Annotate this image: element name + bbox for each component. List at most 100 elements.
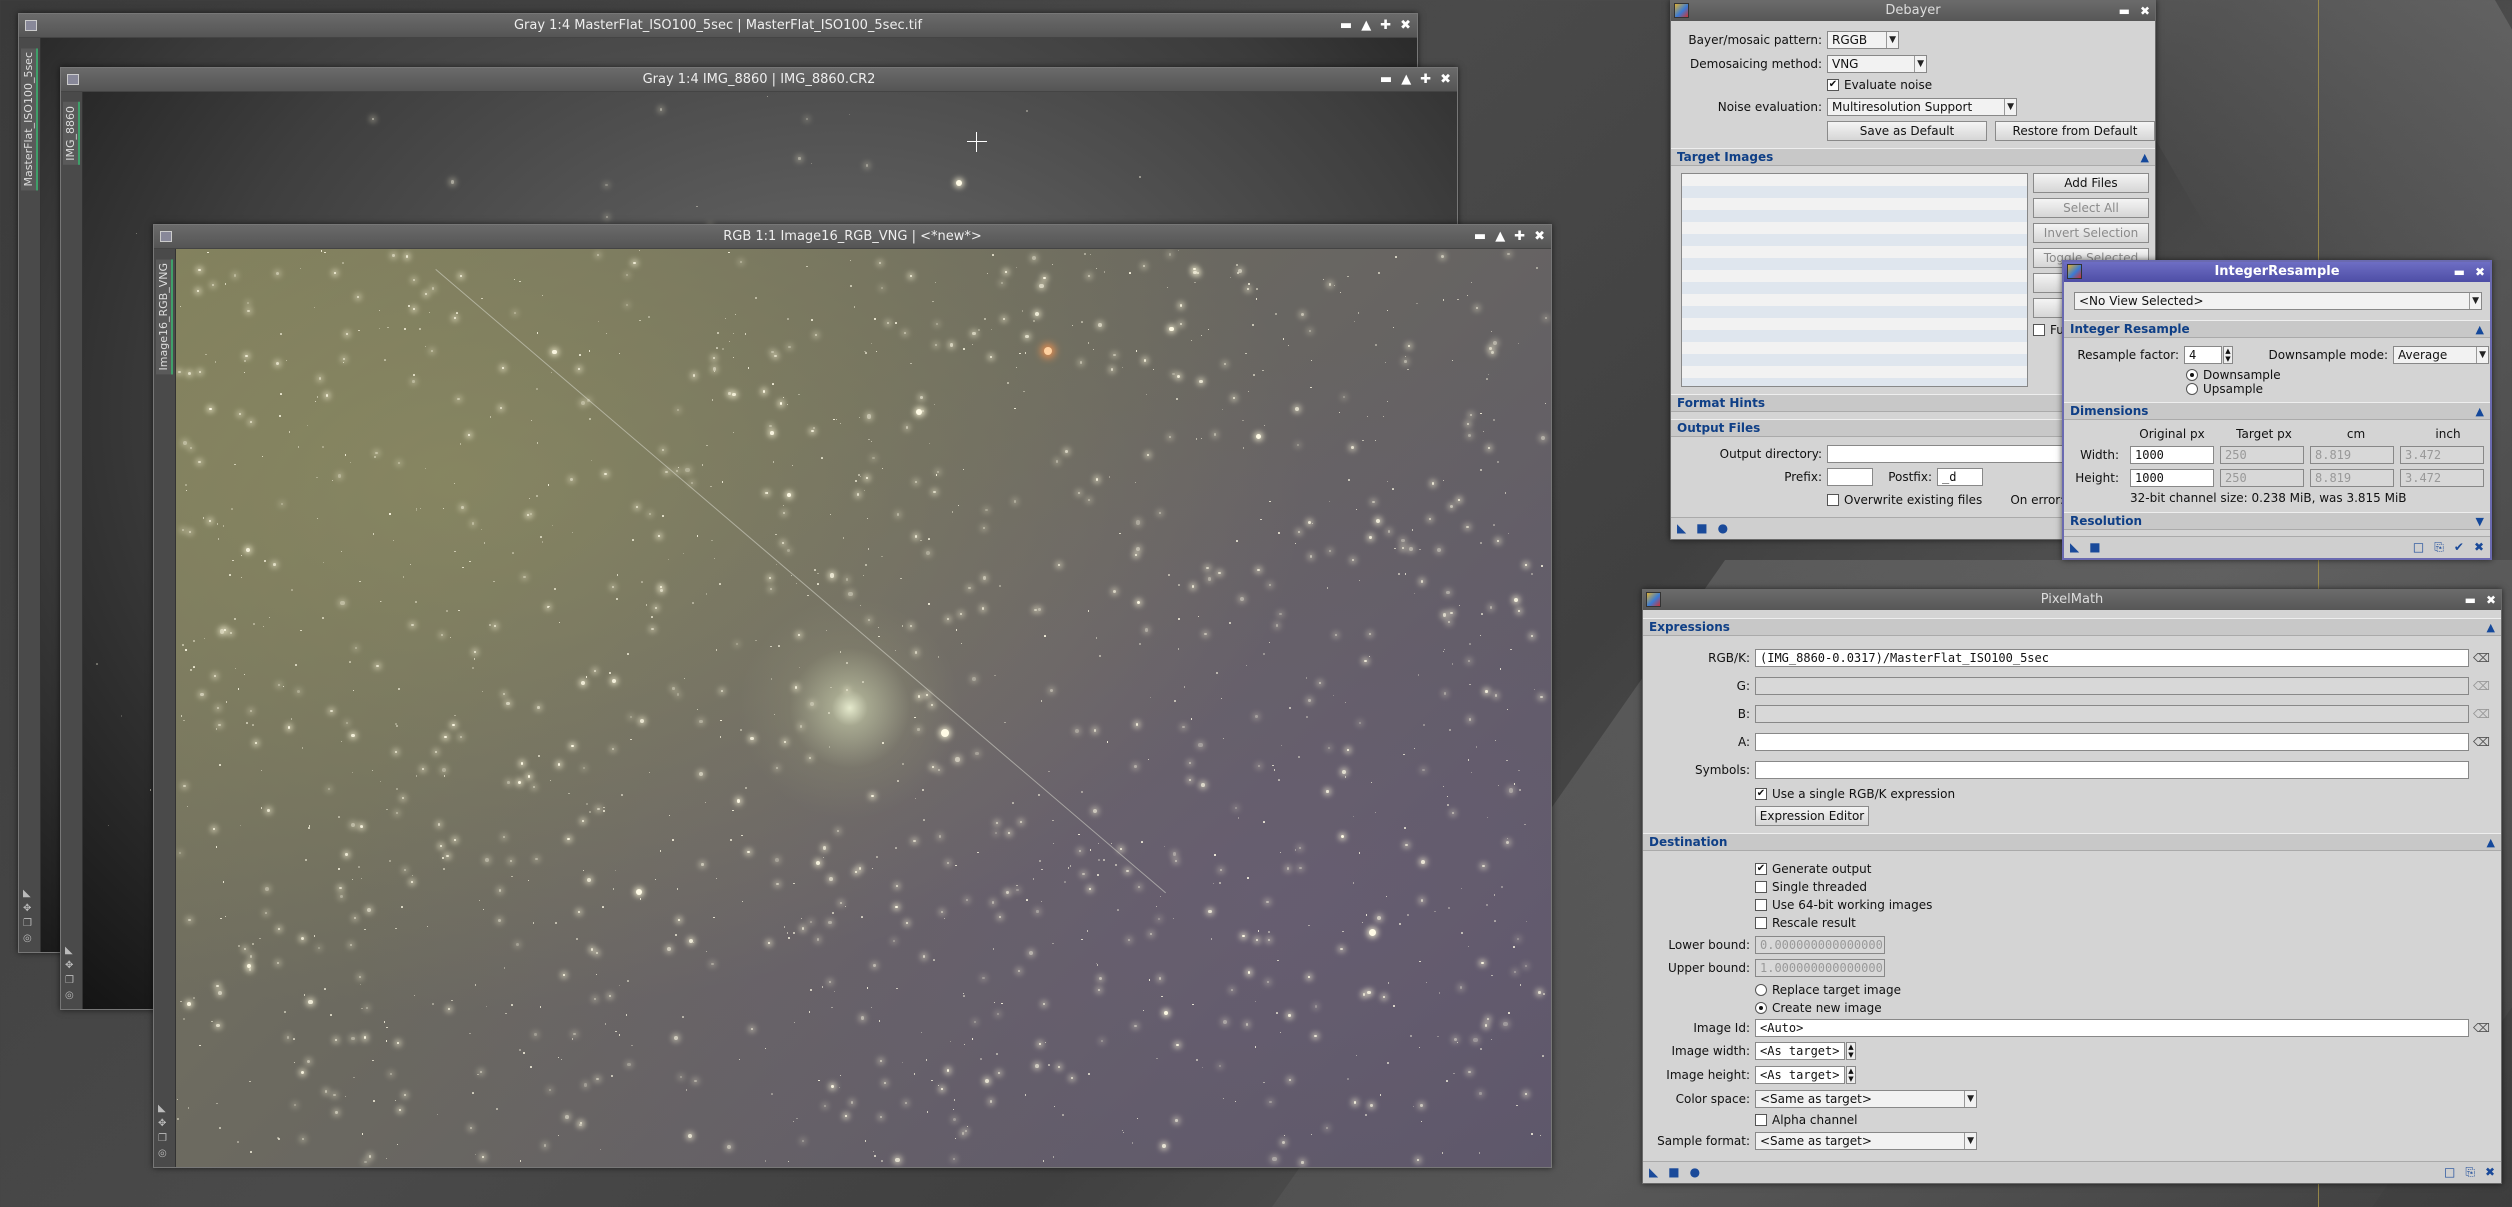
clear-expression-icon[interactable]: ⌫ xyxy=(2473,707,2490,721)
downsample-radio[interactable] xyxy=(2186,369,2198,381)
apply-global-icon[interactable]: ■ xyxy=(2089,540,2100,554)
shade-icon[interactable]: ▬ xyxy=(1340,14,1352,38)
shade-icon[interactable]: ▬ xyxy=(2465,590,2476,610)
save-as-default-button[interactable]: Save as Default xyxy=(1827,121,1987,141)
demosaic-method-select[interactable]: VNG xyxy=(1827,55,1927,73)
new-instance-icon[interactable]: ◣ xyxy=(2070,540,2079,554)
close-icon[interactable]: ✖ xyxy=(2140,1,2150,21)
settings-icon[interactable]: ◎ xyxy=(23,933,32,944)
destination-section[interactable]: Destination ▲ xyxy=(1643,833,2501,851)
single-expression-checkbox[interactable]: ✔ xyxy=(1755,788,1767,800)
window-titlebar[interactable]: Gray 1:4 IMG_8860 | IMG_8860.CR2 ▬ ▲ ✚ ✖ xyxy=(61,68,1457,92)
pan-icon[interactable]: ✥ xyxy=(65,960,74,971)
pan-icon[interactable]: ✥ xyxy=(23,903,32,914)
iconize-icon[interactable]: ✚ xyxy=(1420,68,1431,92)
expressions-section[interactable]: Expressions ▲ xyxy=(1643,618,2501,636)
view-tab[interactable]: MasterFlat_ISO100_5sec xyxy=(21,48,38,191)
symbols-input[interactable] xyxy=(1755,761,2469,779)
iconize-icon[interactable]: ✚ xyxy=(1514,225,1525,249)
apply-global-icon[interactable]: ■ xyxy=(1696,521,1707,535)
shade-icon[interactable]: ▬ xyxy=(2119,1,2130,21)
close-icon[interactable]: ✖ xyxy=(1534,225,1545,249)
maximize-icon[interactable]: ▲ xyxy=(1361,14,1371,38)
image-width-spinner[interactable]: ▲ ▼ xyxy=(1846,1042,1856,1060)
maximize-icon[interactable]: ▲ xyxy=(1495,225,1505,249)
image-height-input[interactable]: <As target> xyxy=(1755,1066,1845,1084)
collapse-icon[interactable]: ▲ xyxy=(2476,321,2484,338)
clear-expression-icon[interactable]: ⌫ xyxy=(2473,735,2490,749)
settings-icon[interactable]: ◎ xyxy=(158,1148,167,1159)
iconize-icon[interactable]: ✚ xyxy=(1380,14,1391,38)
pan-icon[interactable]: ✥ xyxy=(158,1118,167,1129)
generate-output-checkbox[interactable]: ✔ xyxy=(1755,863,1767,875)
bayer-pattern-select[interactable]: RGGB xyxy=(1827,31,1899,49)
upper-bound-input[interactable]: 1.000000000000000 xyxy=(1755,959,1885,977)
expand-icon[interactable]: ▼ xyxy=(2476,513,2484,530)
resample-factor-input[interactable]: 4 xyxy=(2184,346,2222,364)
resample-factor-spinner[interactable]: ▲ ▼ xyxy=(2223,346,2233,364)
use-64bit-checkbox[interactable] xyxy=(1755,899,1767,911)
image-id-input[interactable]: <Auto> xyxy=(1755,1019,2469,1037)
lower-bound-input[interactable]: 0.000000000000000 xyxy=(1755,936,1885,954)
single-threaded-checkbox[interactable] xyxy=(1755,881,1767,893)
collapse-icon[interactable]: ▲ xyxy=(2476,403,2484,420)
dialog-titlebar[interactable]: PixelMath ▬ ✖ xyxy=(1643,590,2501,610)
image-width-input[interactable]: <As target> xyxy=(1755,1042,1845,1060)
width-original-input[interactable]: 1000 xyxy=(2130,446,2214,464)
resolution-section[interactable]: Resolution ▼ xyxy=(2064,512,2490,530)
color-space-select[interactable]: <Same as target> xyxy=(1755,1090,1977,1108)
view-tab[interactable]: IMG_8860 xyxy=(63,102,80,165)
window-titlebar[interactable]: RGB 1:1 Image16_RGB_VNG | <*new*> ▬ ▲ ✚ … xyxy=(154,225,1551,249)
window-menu-icon[interactable] xyxy=(67,74,79,85)
apply-global-icon[interactable]: ■ xyxy=(1668,1165,1679,1179)
preview-icon[interactable]: □ xyxy=(2413,540,2424,555)
window-titlebar[interactable]: Gray 1:4 MasterFlat_ISO100_5sec | Master… xyxy=(19,14,1417,38)
full-paths-checkbox[interactable] xyxy=(2033,324,2045,336)
sample-format-select[interactable]: <Same as target> xyxy=(1755,1132,1977,1150)
expression-editor-button[interactable]: Expression Editor xyxy=(1755,806,1869,826)
replace-target-radio[interactable] xyxy=(1755,984,1767,996)
rgbk-expression-input[interactable]: (IMG_8860-0.0317)/MasterFlat_ISO100_5sec xyxy=(1755,649,2469,667)
preview-icon[interactable]: □ xyxy=(2444,1165,2455,1180)
pixelmath-dialog[interactable]: PixelMath ▬ ✖ Expressions ▲ RGB/K: (IMG_8… xyxy=(1642,589,2502,1184)
integer-resample-dialog[interactable]: IntegerResample ▬✖ <No View Selected> In… xyxy=(2062,260,2492,560)
alpha-channel-checkbox[interactable] xyxy=(1755,1114,1767,1126)
height-original-input[interactable]: 1000 xyxy=(2130,469,2214,487)
shade-icon[interactable]: ▬ xyxy=(2454,262,2465,282)
clear-expression-icon[interactable]: ⌫ xyxy=(2473,651,2490,665)
restore-from-default-button[interactable]: Restore from Default xyxy=(1995,121,2155,141)
window-menu-icon[interactable] xyxy=(25,20,37,31)
b-expression-input[interactable] xyxy=(1755,705,2469,723)
zoom-icon[interactable]: ◣ xyxy=(23,888,32,899)
collapse-icon[interactable]: ▲ xyxy=(2141,149,2149,166)
shade-icon[interactable]: ▬ xyxy=(1380,68,1392,92)
integer-resample-section[interactable]: Integer Resample ▲ xyxy=(2064,320,2490,338)
zoom-icon[interactable]: ◣ xyxy=(65,945,74,956)
dialog-titlebar[interactable]: Debayer ▬ ✖ xyxy=(1671,1,2155,21)
view-select[interactable]: <No View Selected> xyxy=(2074,292,2482,310)
postfix-input[interactable]: _d xyxy=(1937,468,1983,486)
apply-check-icon[interactable]: ✔ xyxy=(2454,540,2464,555)
close-icon[interactable]: ✖ xyxy=(1400,14,1411,38)
view-tab[interactable]: Image16_RGB_VNG xyxy=(156,259,173,375)
image-canvas[interactable] xyxy=(176,249,1551,1167)
image-height-spinner[interactable]: ▲ ▼ xyxy=(1846,1066,1856,1084)
create-new-image-radio[interactable] xyxy=(1755,1002,1767,1014)
target-images-section[interactable]: Target Images ▲ xyxy=(1671,148,2155,166)
noise-evaluation-select[interactable]: Multiresolution Support xyxy=(1827,98,2017,116)
reset-icon[interactable]: ✖ xyxy=(2485,1165,2495,1180)
apply-icon[interactable]: ● xyxy=(1718,521,1728,535)
copy-icon[interactable]: ❐ xyxy=(23,918,32,929)
apply-icon[interactable]: ● xyxy=(1690,1165,1700,1179)
new-instance-icon[interactable]: ◣ xyxy=(1649,1165,1658,1179)
collapse-icon[interactable]: ▲ xyxy=(2487,834,2495,851)
cancel-icon[interactable]: ✖ xyxy=(2474,540,2484,555)
close-icon[interactable]: ✖ xyxy=(2486,590,2496,610)
close-icon[interactable]: ✖ xyxy=(2475,262,2485,282)
overwrite-checkbox[interactable] xyxy=(1827,494,1839,506)
window-menu-icon[interactable] xyxy=(160,231,172,242)
image-window-rgb-vng[interactable]: RGB 1:1 Image16_RGB_VNG | <*new*> ▬ ▲ ✚ … xyxy=(153,224,1552,1168)
dialog-titlebar[interactable]: IntegerResample ▬ ✖ xyxy=(2064,262,2490,282)
copy-icon[interactable]: ❐ xyxy=(158,1133,167,1144)
target-images-list[interactable] xyxy=(1681,173,2028,387)
